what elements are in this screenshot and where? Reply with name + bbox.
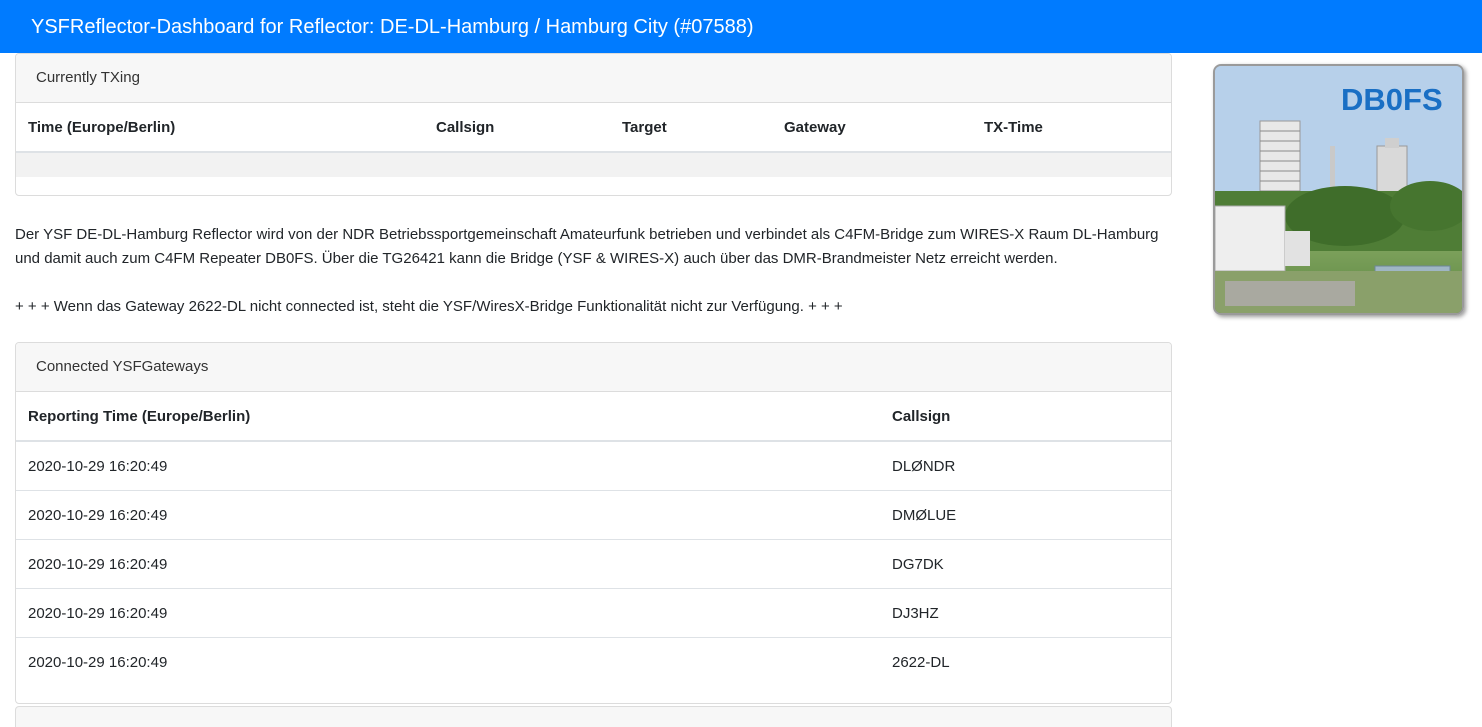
gateway-callsign: DLØNDR (880, 440, 1171, 491)
gateway-reporting-time: 2020-10-29 16:20:49 (16, 539, 880, 589)
gateway-reporting-time: 2020-10-29 16:20:49 (16, 440, 880, 491)
connected-gateways-table: Reporting Time (Europe/Berlin) Callsign … (16, 392, 1171, 686)
column-header-tx-time: TX-Time (972, 103, 1171, 153)
reflector-description: Der YSF DE-DL-Hamburg Reflector wird von… (15, 226, 1159, 267)
gateways-table-body: 2020-10-29 16:20:49 DLØNDR 2020-10-29 16:2… (16, 440, 1171, 686)
gateway-reporting-time: 2020-10-29 16:20:49 (16, 588, 880, 638)
gateway-callsign: DMØLUE (880, 490, 1171, 540)
gateway-callsign: DJ3HZ (880, 588, 1171, 638)
logo-text: DB0FS (1341, 82, 1443, 117)
table-row: 2020-10-29 16:20:49 2622-DL (16, 637, 1171, 686)
currently-txing-header: Currently TXing (16, 54, 1171, 103)
navbar: YSFReflector-Dashboard for Reflector: DE… (0, 0, 1482, 53)
currently-txing-table: Time (Europe/Berlin) Callsign Target Gat… (16, 103, 1171, 153)
column-header-callsign: Callsign (880, 392, 1171, 442)
db0fs-logo-image: DB0FS (1213, 64, 1464, 315)
connected-gateways-card: Connected YSFGateways Reporting Time (Eu… (15, 342, 1172, 704)
table-row: 2020-10-29 16:20:49 DJ3HZ (16, 588, 1171, 638)
table-row: 2020-10-29 16:20:49 DMØLUE (16, 490, 1171, 540)
gateway-reporting-time: 2020-10-29 16:20:49 (16, 490, 880, 540)
gateway-reporting-time: 2020-10-29 16:20:49 (16, 637, 880, 686)
column-header-time: Time (Europe/Berlin) (16, 103, 424, 153)
column-header-callsign: Callsign (424, 103, 610, 153)
main-column: Currently TXing Time (Europe/Berlin) Cal… (15, 53, 1172, 727)
bridge-warning: + + + Wenn das Gateway 2622-DL nicht con… (15, 298, 843, 315)
connected-gateways-header: Connected YSFGateways (16, 343, 1171, 392)
table-header-row: Time (Europe/Berlin) Callsign Target Gat… (16, 103, 1171, 153)
currently-txing-card: Currently TXing Time (Europe/Berlin) Cal… (15, 53, 1172, 196)
gateway-callsign: DG7DK (880, 539, 1171, 589)
table-row: 2020-10-29 16:20:49 DLØNDR (16, 440, 1171, 491)
column-header-reporting-time: Reporting Time (Europe/Berlin) (16, 392, 880, 442)
table-row: 2020-10-29 16:20:49 DG7DK (16, 539, 1171, 589)
info-section: Der YSF DE-DL-Hamburg Reflector wird von… (15, 223, 1172, 319)
column-header-target: Target (610, 103, 772, 153)
gateway-callsign: 2622-DL (880, 637, 1171, 686)
navbar-title[interactable]: YSFReflector-Dashboard for Reflector: DE… (31, 14, 754, 40)
column-header-gateway: Gateway (772, 103, 972, 153)
next-card-header (15, 706, 1172, 727)
empty-row (16, 153, 1171, 177)
table-header-row: Reporting Time (Europe/Berlin) Callsign (16, 392, 1171, 442)
